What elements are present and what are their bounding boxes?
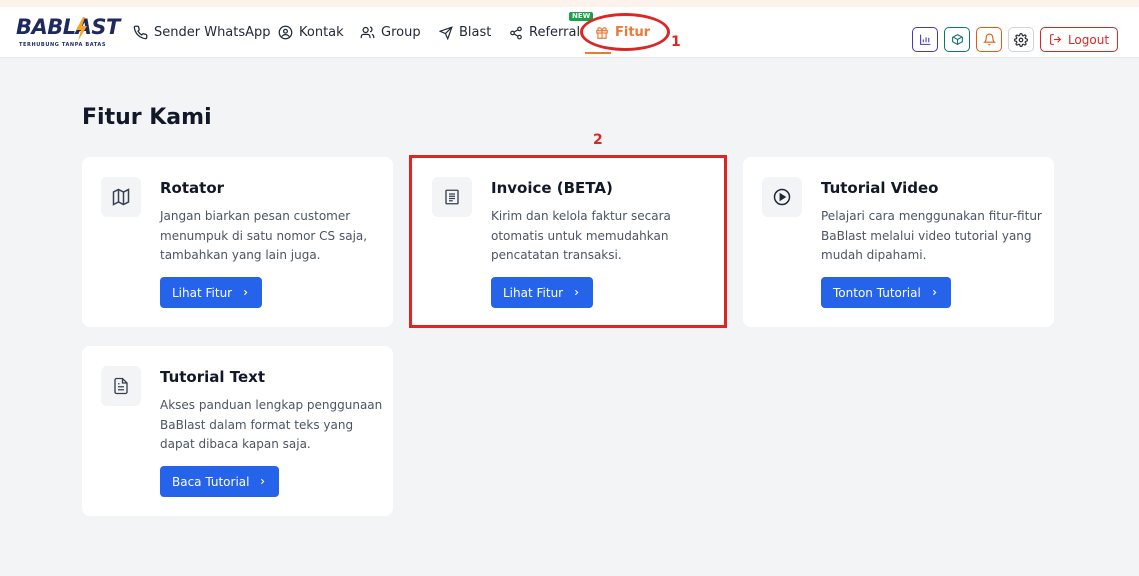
tonton-tutorial-button[interactable]: Tonton Tutorial bbox=[821, 277, 951, 308]
annotation-marker-2: 2 bbox=[593, 132, 603, 148]
top-accent-line bbox=[0, 0, 1139, 7]
logout-icon bbox=[1050, 34, 1062, 45]
nav-blast[interactable]: Blast bbox=[439, 7, 491, 58]
nav-label: Blast bbox=[459, 25, 492, 40]
chevron-right-icon bbox=[244, 289, 248, 296]
play-circle-icon bbox=[773, 188, 791, 206]
top-navbar: BABLAST TERHUBUNG TANPA BATAS Sender Wha… bbox=[0, 7, 1139, 58]
nav-label: Group bbox=[381, 25, 421, 40]
gear-icon bbox=[1014, 32, 1028, 47]
notifications-button[interactable] bbox=[976, 27, 1002, 52]
bar-chart-icon bbox=[919, 34, 930, 45]
users-icon bbox=[360, 26, 375, 39]
annotation-ellipse bbox=[580, 13, 670, 51]
button-label: Tonton Tutorial bbox=[833, 285, 921, 300]
brand-logo[interactable]: BABLAST TERHUBUNG TANPA BATAS bbox=[16, 15, 120, 55]
bell-icon bbox=[982, 33, 996, 46]
baca-tutorial-button[interactable]: Baca Tutorial bbox=[160, 466, 280, 497]
nav-sender-whatsapp[interactable]: Sender WhatsApp bbox=[133, 7, 271, 58]
nav-group[interactable]: Group bbox=[360, 7, 421, 58]
card-title: Rotator bbox=[160, 179, 225, 197]
chevron-right-icon bbox=[261, 478, 265, 485]
nav-label: Sender WhatsApp bbox=[154, 25, 271, 40]
card-title: Tutorial Video bbox=[821, 179, 939, 197]
cube-icon bbox=[951, 34, 963, 45]
nav-kontak[interactable]: Kontak bbox=[278, 7, 344, 58]
button-label: Lihat Fitur bbox=[172, 285, 233, 300]
feature-card-tutorial-text: Tutorial Text Akses panduan lengkap peng… bbox=[82, 346, 393, 516]
card-icon-box bbox=[101, 366, 141, 406]
logout-button[interactable]: Logout bbox=[1040, 27, 1118, 52]
document-icon bbox=[114, 377, 128, 395]
nav-label: Kontak bbox=[299, 25, 344, 40]
feature-card-rotator: Rotator Jangan biarkan pesan customer me… bbox=[82, 157, 393, 327]
lightning-icon bbox=[76, 17, 87, 41]
feature-card-tutorial-video: Tutorial Video Pelajari cara menggunakan… bbox=[743, 157, 1054, 327]
map-icon bbox=[112, 188, 130, 206]
card-title: Tutorial Text bbox=[160, 368, 266, 386]
package-button[interactable] bbox=[944, 27, 970, 52]
logout-label: Logout bbox=[1067, 32, 1110, 47]
share-icon bbox=[510, 26, 522, 39]
card-description: Jangan biarkan pesan customer menumpuk d… bbox=[160, 209, 368, 262]
send-icon bbox=[439, 25, 453, 40]
lihat-fitur-rotator-button[interactable]: Lihat Fitur bbox=[160, 277, 263, 308]
phone-icon bbox=[133, 25, 148, 40]
card-description: Pelajari cara menggunakan fitur-fitur Ba… bbox=[821, 209, 1042, 262]
page-title: Fitur Kami bbox=[82, 105, 212, 130]
button-label: Baca Tutorial bbox=[172, 474, 250, 489]
card-description: Akses panduan lengkap penggunaan BaBlast… bbox=[160, 398, 383, 451]
annotation-marker-1: 1 bbox=[671, 34, 681, 50]
stats-button[interactable] bbox=[912, 27, 938, 52]
brand-logo-text: BABLAST bbox=[16, 15, 120, 39]
user-circle-icon bbox=[278, 25, 293, 40]
settings-button[interactable] bbox=[1008, 27, 1034, 52]
nav-label: Referral bbox=[529, 25, 581, 40]
card-icon-box bbox=[101, 177, 141, 217]
chevron-right-icon bbox=[932, 289, 937, 296]
annotation-highlight-box bbox=[409, 155, 727, 328]
active-tab-indicator bbox=[585, 52, 611, 54]
brand-tagline: TERHUBUNG TANPA BATAS bbox=[19, 42, 107, 48]
card-icon-box bbox=[762, 177, 802, 217]
